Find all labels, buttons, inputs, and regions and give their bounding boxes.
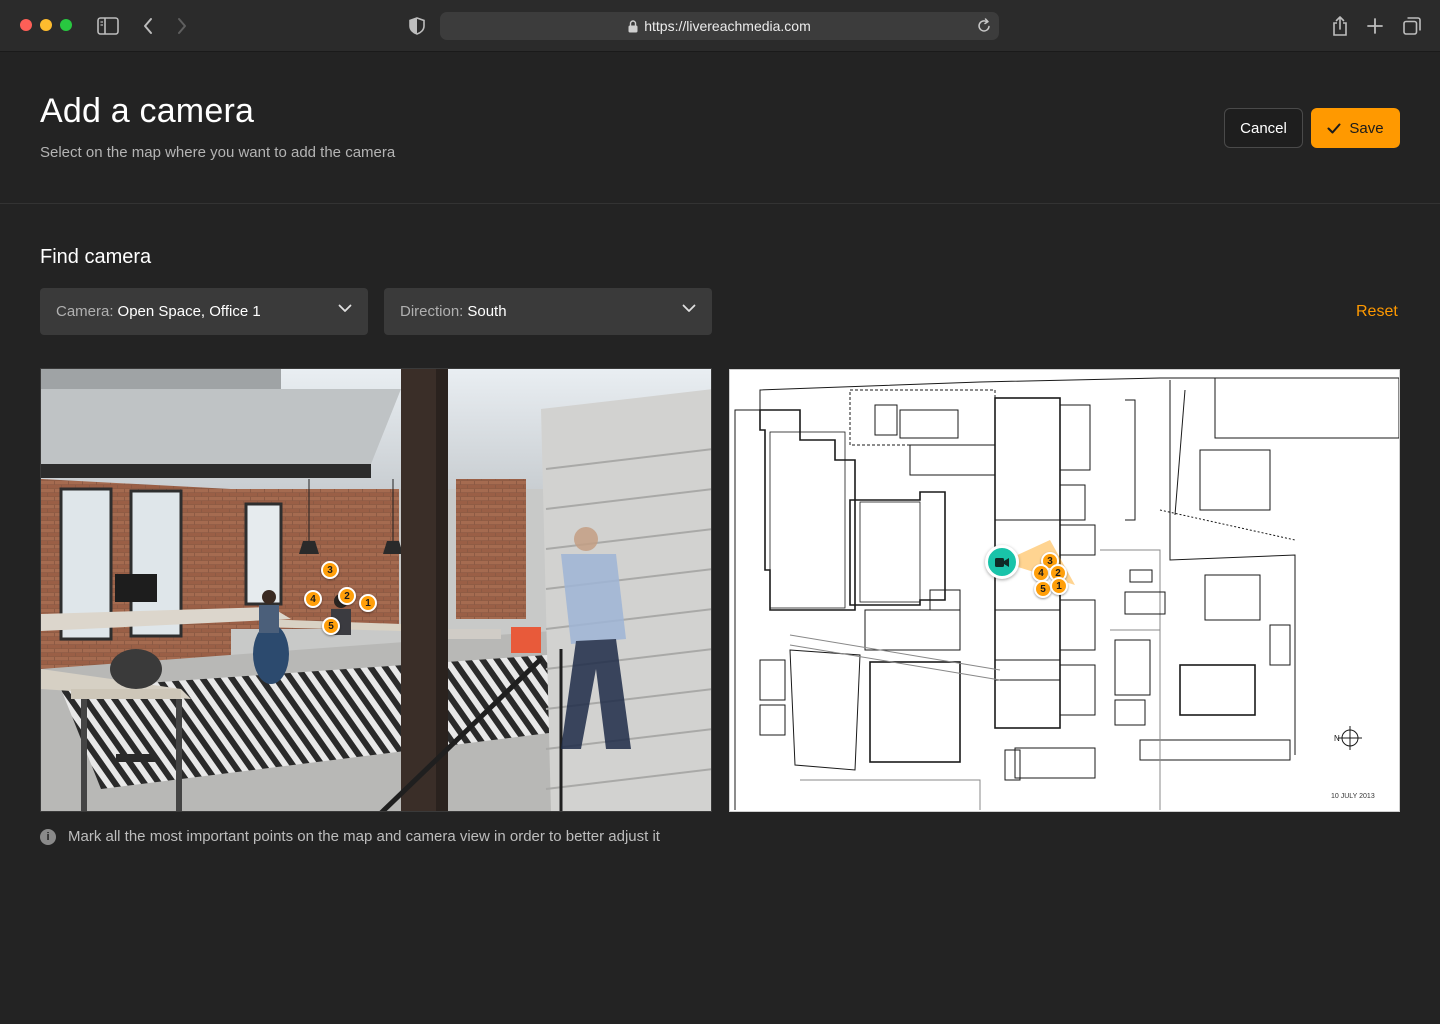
photo-marker-4[interactable]: 4 [304, 590, 322, 608]
direction-select-value: South [467, 303, 507, 320]
page-title: Add a camera [40, 92, 255, 130]
tab-overview-icon[interactable] [1400, 14, 1424, 38]
lock-icon [628, 19, 638, 33]
direction-select-label: Direction: [400, 303, 464, 320]
info-icon: i [40, 828, 56, 845]
cancel-button[interactable]: Cancel [1224, 108, 1303, 148]
compass-n-label: N [1334, 734, 1340, 743]
forward-icon[interactable] [170, 14, 194, 38]
camera-view-image[interactable]: 3 2 4 1 5 [40, 368, 712, 812]
back-icon[interactable] [136, 14, 160, 38]
section-title: Find camera [40, 246, 152, 268]
camera-pin-icon[interactable] [985, 545, 1019, 579]
browser-toolbar: https://livereachmedia.com [0, 0, 1440, 52]
zoom-window-button[interactable] [60, 19, 72, 31]
direction-select[interactable]: Direction: South [384, 288, 712, 335]
address-bar[interactable]: https://livereachmedia.com [440, 12, 999, 40]
info-hint: i Mark all the most important points on … [40, 828, 660, 845]
map-date-label: 10 JULY 2013 [1331, 793, 1375, 800]
camera-select-label: Camera: [56, 303, 114, 320]
minimize-window-button[interactable] [40, 19, 52, 31]
camera-select-value: Open Space, Office 1 [117, 303, 261, 320]
save-button-label: Save [1349, 119, 1384, 137]
photo-marker-5[interactable]: 5 [322, 617, 340, 635]
camera-select[interactable]: Camera: Open Space, Office 1 [40, 288, 368, 335]
sidebar-toggle-icon[interactable] [96, 14, 120, 38]
page-subtitle: Select on the map where you want to add … [40, 144, 396, 161]
map-marker-1[interactable]: 1 [1050, 577, 1068, 595]
new-tab-icon[interactable] [1363, 14, 1387, 38]
privacy-shield-icon[interactable] [405, 14, 429, 38]
url-text: https://livereachmedia.com [644, 18, 811, 34]
save-button[interactable]: Save [1311, 108, 1400, 148]
reload-icon[interactable] [977, 18, 991, 33]
map-marker-5[interactable]: 5 [1034, 580, 1052, 598]
header-divider [0, 203, 1440, 204]
reset-link[interactable]: Reset [1356, 303, 1398, 321]
photo-marker-1[interactable]: 1 [359, 594, 377, 612]
chevron-down-icon [682, 304, 696, 313]
photo-marker-3[interactable]: 3 [321, 561, 339, 579]
photo-marker-2[interactable]: 2 [338, 587, 356, 605]
info-text: Mark all the most important points on th… [68, 828, 660, 845]
chevron-down-icon [338, 304, 352, 313]
close-window-button[interactable] [20, 19, 32, 31]
share-icon[interactable] [1328, 14, 1352, 38]
check-icon [1327, 123, 1341, 134]
